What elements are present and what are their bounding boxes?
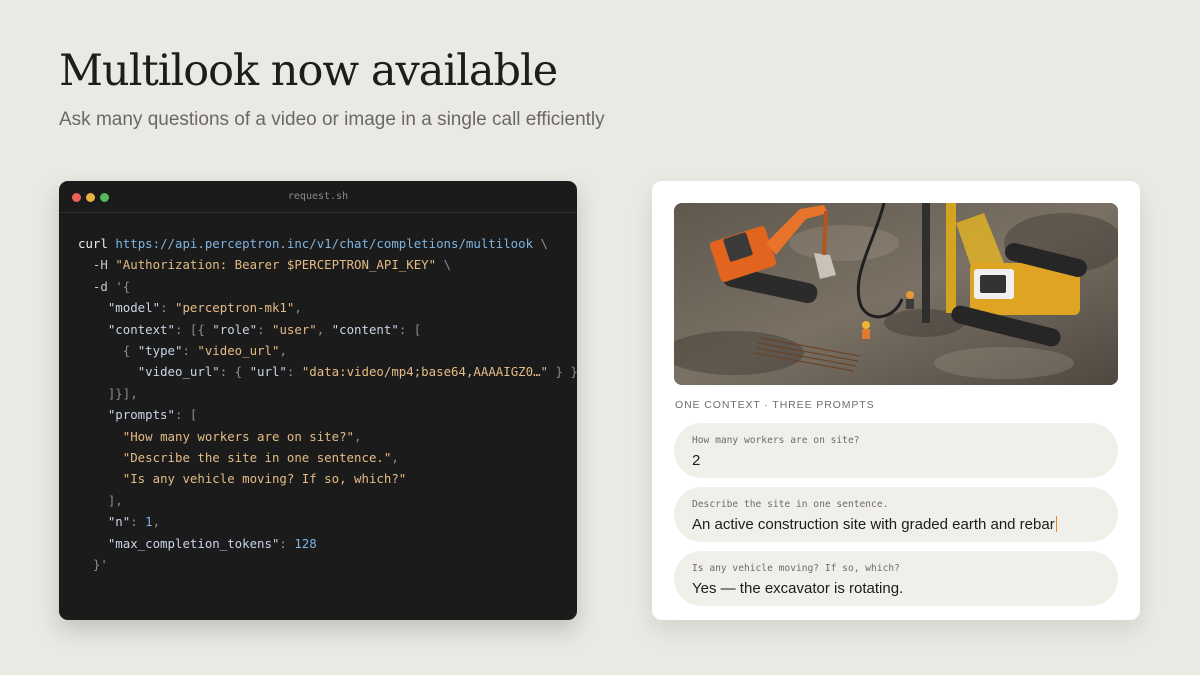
code-token: -d (92, 278, 108, 294)
code-token: "n" (107, 514, 131, 530)
code-token: curl (78, 236, 108, 251)
qa-bubble-2: Describe the site in one sentence. An ac… (674, 487, 1118, 542)
terminal-title-bar: request.sh (59, 181, 577, 213)
code-token: "context" (107, 321, 175, 337)
results-caption: ONE CONTEXT · THREE PROMPTS (675, 399, 875, 411)
qa-answer: 2 (692, 452, 701, 469)
code-token: -H (92, 257, 108, 273)
page-title: Multilook now available (59, 46, 558, 96)
code-token: "model" (107, 300, 161, 316)
qa-answer: An active construction site with graded … (692, 516, 1055, 533)
qa-answer: Yes — the excavator is rotating. (692, 580, 904, 597)
page-subtitle: Ask many questions of a video or image i… (59, 109, 605, 130)
code-token: '{ (115, 278, 131, 294)
code-token: "data:video/mp4;base64,AAAAIGZ0…" (301, 364, 549, 380)
code-token: "video_url" (137, 364, 220, 380)
construction-site-illustration (674, 203, 1118, 385)
qa-question: Is any vehicle moving? If so, which? (692, 563, 900, 574)
code-token: "perceptron-mk1" (174, 300, 295, 316)
code-token: "video_url" (197, 343, 280, 359)
terminal-window: request.sh curl https://api.perceptron.i… (59, 181, 577, 620)
code-token: "max_completion_tokens" (107, 535, 280, 551)
qa-answer-streaming: An active construction site with graded … (692, 516, 1058, 533)
code-token: "content" (331, 321, 399, 337)
code-token: 1 (145, 514, 153, 530)
qa-bubble-1: How many workers are on site? 2 (674, 423, 1118, 478)
code-prompt-2: "Describe the site in one sentence." (122, 450, 392, 466)
terminal-filename: request.sh (287, 191, 349, 202)
code-prompt-1: "How many workers are on site?" (122, 428, 355, 444)
code-token: }' (92, 557, 108, 573)
results-card: ONE CONTEXT · THREE PROMPTS How many wor… (652, 181, 1140, 620)
qa-question: Describe the site in one sentence. (692, 499, 889, 510)
code-token: "url" (249, 364, 287, 380)
code-token: "type" (137, 343, 183, 359)
text-cursor-icon (1055, 516, 1058, 532)
code-url: https://api.perceptron.inc/v1/chat/compl… (115, 236, 534, 251)
code-prompt-3: "Is any vehicle moving? If so, which?" (122, 471, 407, 487)
code-token: "user" (271, 321, 317, 337)
qa-question: How many workers are on site? (692, 435, 860, 446)
construction-site-image (674, 203, 1118, 385)
qa-bubble-3: Is any vehicle moving? If so, which? Yes… (674, 551, 1118, 606)
code-block: curl https://api.perceptron.inc/v1/chat/… (78, 236, 577, 573)
code-token: 128 (294, 535, 317, 551)
code-token: "prompts" (107, 407, 175, 423)
code-token: "role" (212, 321, 258, 337)
code-token: "Authorization: Bearer $PERCEPTRON_API_K… (115, 257, 437, 273)
